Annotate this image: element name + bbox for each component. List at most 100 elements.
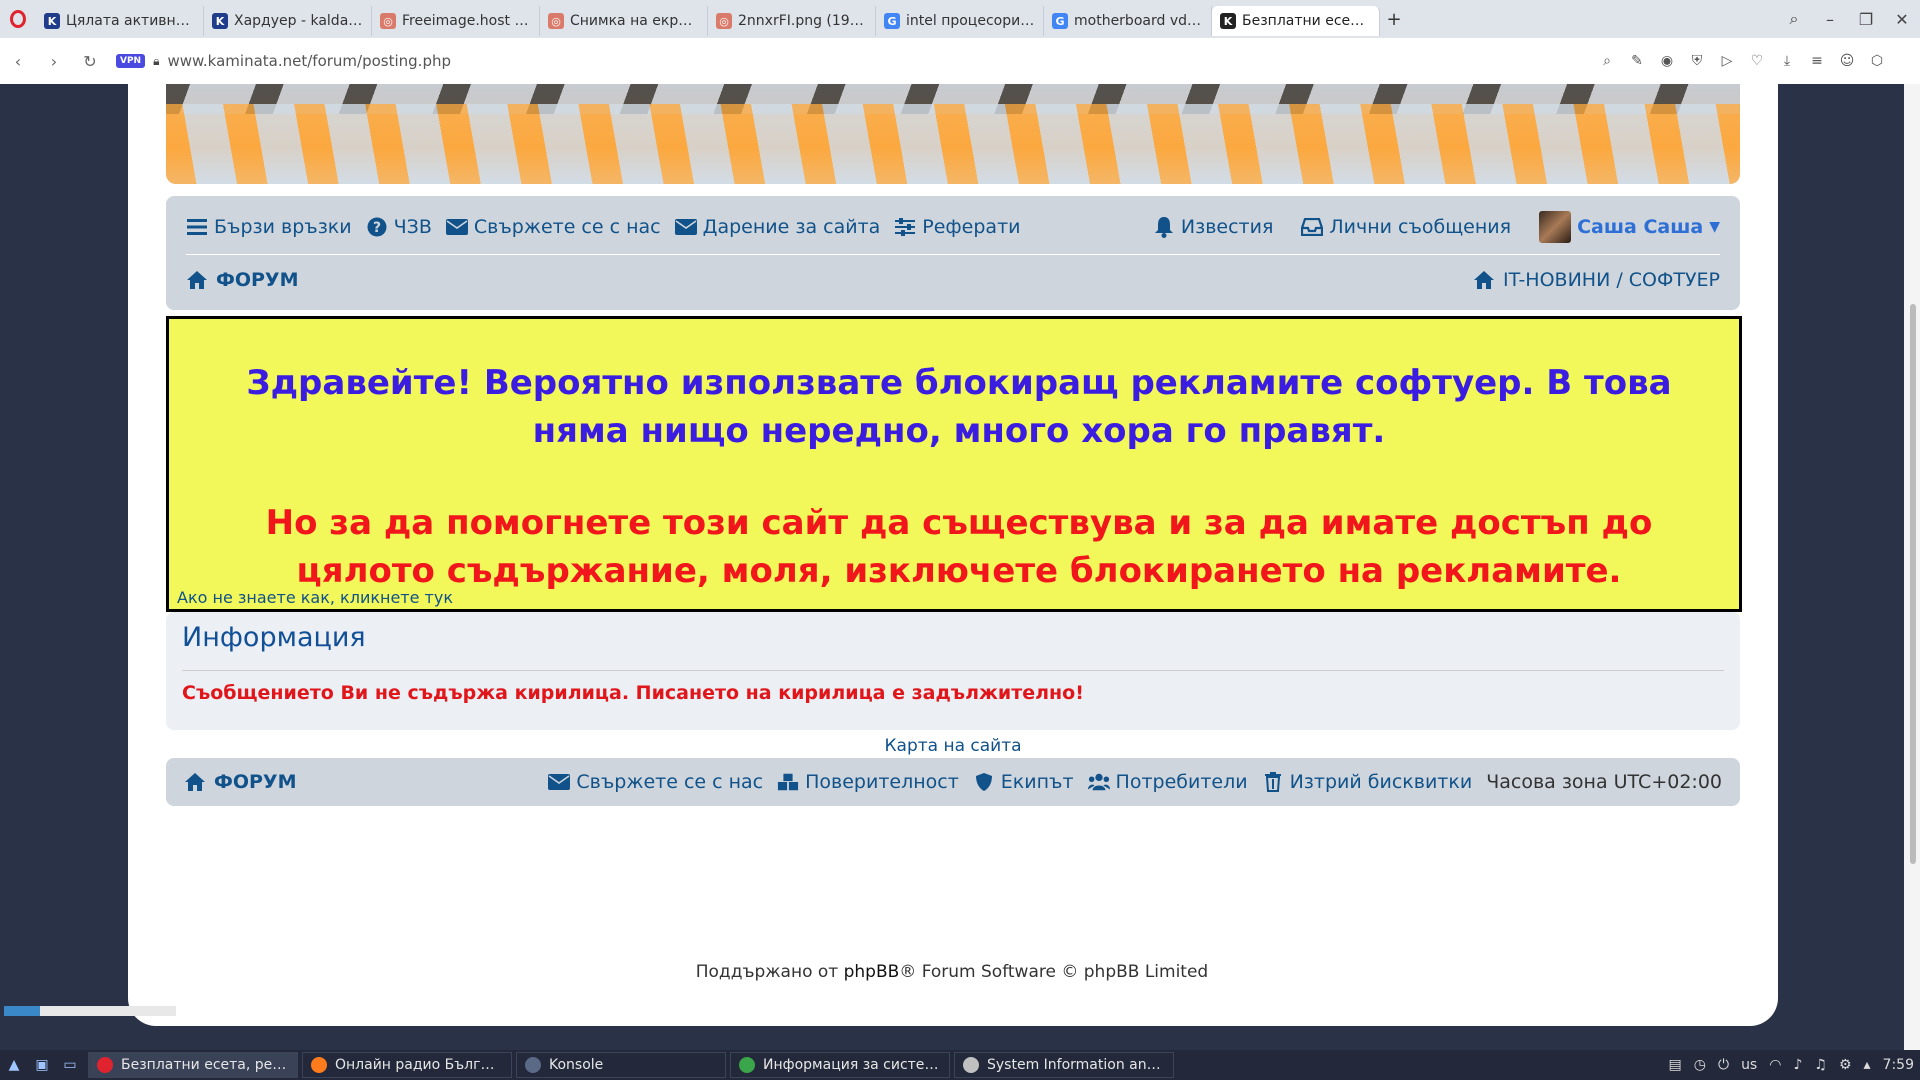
sitemap-link[interactable]: Карта на сайта — [128, 736, 1778, 756]
close-window-button[interactable]: ✕ — [1884, 10, 1920, 29]
essays-link[interactable]: Реферати — [894, 216, 1020, 238]
browser-tab[interactable]: K Цялата активност - Ка — [36, 6, 204, 36]
taskbar-task[interactable]: Информация за системата — Инф... — [730, 1052, 950, 1078]
clipboard-icon[interactable]: ▤ — [1669, 1057, 1682, 1073]
breadcrumb-section[interactable]: IT-НОВИНИ / СОФТУЕР — [1473, 269, 1720, 291]
favicon-icon: K — [1220, 13, 1236, 29]
reload-button[interactable]: ↻ — [72, 52, 108, 71]
browser-tab[interactable]: ◎ Freeimage.host — Ima — [372, 6, 540, 36]
back-button[interactable]: ‹ — [0, 52, 36, 71]
bell-icon — [1153, 216, 1175, 238]
shield-icon[interactable]: ⛨ — [1688, 53, 1706, 69]
browser-tab[interactable]: Gmotherboard vdg - Go — [1044, 6, 1212, 36]
breadcrumb-forum-label: ФОРУМ — [216, 269, 299, 291]
browser-tab-label: Снимка на екрана 202 — [570, 13, 699, 29]
taskbar-task-label: System Information and Benchmark — [987, 1057, 1165, 1073]
notifications-label: Известия — [1180, 216, 1274, 238]
powered-prefix: Поддържано от — [695, 962, 844, 982]
question-circle-icon: ? — [366, 216, 388, 238]
browser-tab-label: Freeimage.host — Ima — [402, 13, 531, 29]
settings-icon[interactable]: ⚙ — [1839, 1057, 1852, 1073]
notifications-link[interactable]: Известия — [1153, 216, 1274, 238]
desktop-pager-icon[interactable]: ▣ — [28, 1050, 56, 1080]
browser-tab-label: 2nnxrFI.png (1920×108 — [738, 13, 867, 29]
home-icon — [1473, 269, 1495, 291]
favicon-icon: ◎ — [716, 13, 732, 29]
tray-expand-icon[interactable]: ▴ — [1864, 1057, 1871, 1073]
lock-icon[interactable]: 🔒︎ — [153, 54, 159, 69]
user-menu[interactable]: Саша Саша ▼ — [1539, 211, 1720, 243]
browser-tab-label: motherboard vdg - Go — [1074, 13, 1203, 29]
web-page: Бързи връзки ? ЧЗВ Свържете се с нас Дар… — [0, 84, 1904, 1050]
footer-team-link[interactable]: Екипът — [973, 771, 1074, 793]
page-load-progress — [4, 1006, 176, 1016]
page-scrollbar[interactable] — [1904, 84, 1920, 1050]
extensions-icon[interactable]: ⬡ — [1868, 53, 1886, 69]
forum-navbar: Бързи връзки ? ЧЗВ Свържете се с нас Дар… — [166, 196, 1740, 310]
taskbar-task[interactable]: Онлайн радио България, FM/... — [302, 1052, 512, 1078]
faq-link[interactable]: ? ЧЗВ — [366, 216, 432, 238]
wifi-icon[interactable]: ◠ — [1769, 1057, 1781, 1073]
opera-menu-button[interactable] — [0, 0, 36, 38]
favicon-icon: G — [884, 13, 900, 29]
scrollbar-thumb[interactable] — [1910, 304, 1916, 864]
volume-icon[interactable]: ♪ — [1793, 1057, 1802, 1073]
contact-link[interactable]: Свържете се с нас — [445, 216, 661, 238]
file-manager-icon[interactable]: ▭ — [56, 1050, 84, 1080]
forward-button[interactable]: › — [36, 52, 72, 71]
browser-tab[interactable]: Gintel процесори нови — [876, 6, 1044, 36]
power-icon[interactable]: ⏻ — [1718, 1057, 1729, 1073]
app-launcher-icon[interactable]: ▲ — [0, 1050, 28, 1080]
url-field[interactable]: www.kaminata.net/forum/posting.php — [167, 52, 451, 70]
search-tabs-icon[interactable]: ⌕ — [1776, 9, 1812, 29]
donate-link[interactable]: Дарение за сайта — [674, 216, 880, 238]
shield-icon — [973, 771, 995, 793]
private-messages-link[interactable]: Лични съобщения — [1301, 216, 1511, 238]
clock[interactable]: 7:59 — [1883, 1057, 1914, 1073]
minimize-button[interactable]: – — [1812, 10, 1848, 29]
taskbar-task-label: Konsole — [549, 1057, 604, 1073]
edit-icon[interactable]: ✎ — [1628, 53, 1646, 69]
footer-contact-link[interactable]: Свържете се с нас — [548, 771, 763, 793]
play-icon[interactable]: ▷ — [1718, 53, 1736, 69]
quick-links-label: Бързи връзки — [214, 216, 352, 238]
new-tab-button[interactable]: + — [1380, 5, 1408, 33]
quick-links-menu[interactable]: Бързи връзки — [186, 216, 352, 238]
powered-suffix: ® Forum Software © phpBB Limited — [899, 962, 1209, 982]
media-icon[interactable]: ◷ — [1694, 1057, 1706, 1073]
info-title: Информация — [182, 622, 366, 653]
audio-icon[interactable]: ♫ — [1814, 1057, 1827, 1073]
keyboard-layout[interactable]: us — [1741, 1057, 1757, 1073]
footer-forum-link[interactable]: ФОРУМ — [184, 771, 296, 793]
footer-users-link[interactable]: Потребители — [1087, 771, 1248, 793]
taskbar-task[interactable]: Безплатни есета, реферати, анали... — [88, 1052, 298, 1078]
browser-tab[interactable]: ◎ 2nnxrFI.png (1920×108 — [708, 6, 876, 36]
browser-tab[interactable]: ◎ Снимка на екрана 202 — [540, 6, 708, 36]
browser-tab[interactable]: K Хардуер - kaldata.com — [204, 6, 372, 36]
footer-privacy-link[interactable]: Поверителност — [777, 771, 959, 793]
restore-button[interactable]: ❐ — [1848, 10, 1884, 29]
camera-icon[interactable]: ◉ — [1658, 53, 1676, 69]
heart-icon[interactable]: ♡ — [1748, 53, 1766, 69]
forum-wrapper: Бързи връзки ? ЧЗВ Свържете се с нас Дар… — [128, 84, 1778, 1026]
adblock-help-link[interactable]: Ако не знаете как, кликнете тук — [177, 588, 453, 607]
window-controls: ⌕ – ❐ ✕ — [1776, 0, 1920, 38]
delete-cookies-link[interactable]: Изтрий бисквитки — [1262, 771, 1472, 793]
footer-navbar: ФОРУМ Свържете се с нас Поверителност Ек… — [166, 758, 1740, 806]
taskbar-task[interactable]: Konsole — [516, 1052, 726, 1078]
footer-privacy-label: Поверителност — [805, 771, 959, 793]
phpbb-link[interactable]: phpBB — [844, 962, 900, 982]
menu-icon[interactable]: ≡ — [1808, 53, 1826, 69]
hamburger-icon — [186, 216, 208, 238]
footer-team-label: Екипът — [1000, 771, 1074, 793]
favicon-icon: G — [1052, 13, 1068, 29]
taskbar-task[interactable]: System Information and Benchmark — [954, 1052, 1174, 1078]
favicon-icon: K — [212, 13, 228, 29]
site-banner[interactable] — [166, 84, 1740, 184]
breadcrumb-forum[interactable]: ФОРУМ — [186, 269, 298, 291]
download-icon[interactable]: ⤓ — [1778, 53, 1796, 69]
vpn-badge[interactable]: VPN — [116, 54, 146, 68]
browser-tab[interactable]: K Безплатни есета, реф — [1212, 6, 1380, 36]
zoom-icon[interactable]: ⌕ — [1598, 53, 1616, 69]
profile-icon[interactable]: ☺ — [1838, 53, 1856, 69]
